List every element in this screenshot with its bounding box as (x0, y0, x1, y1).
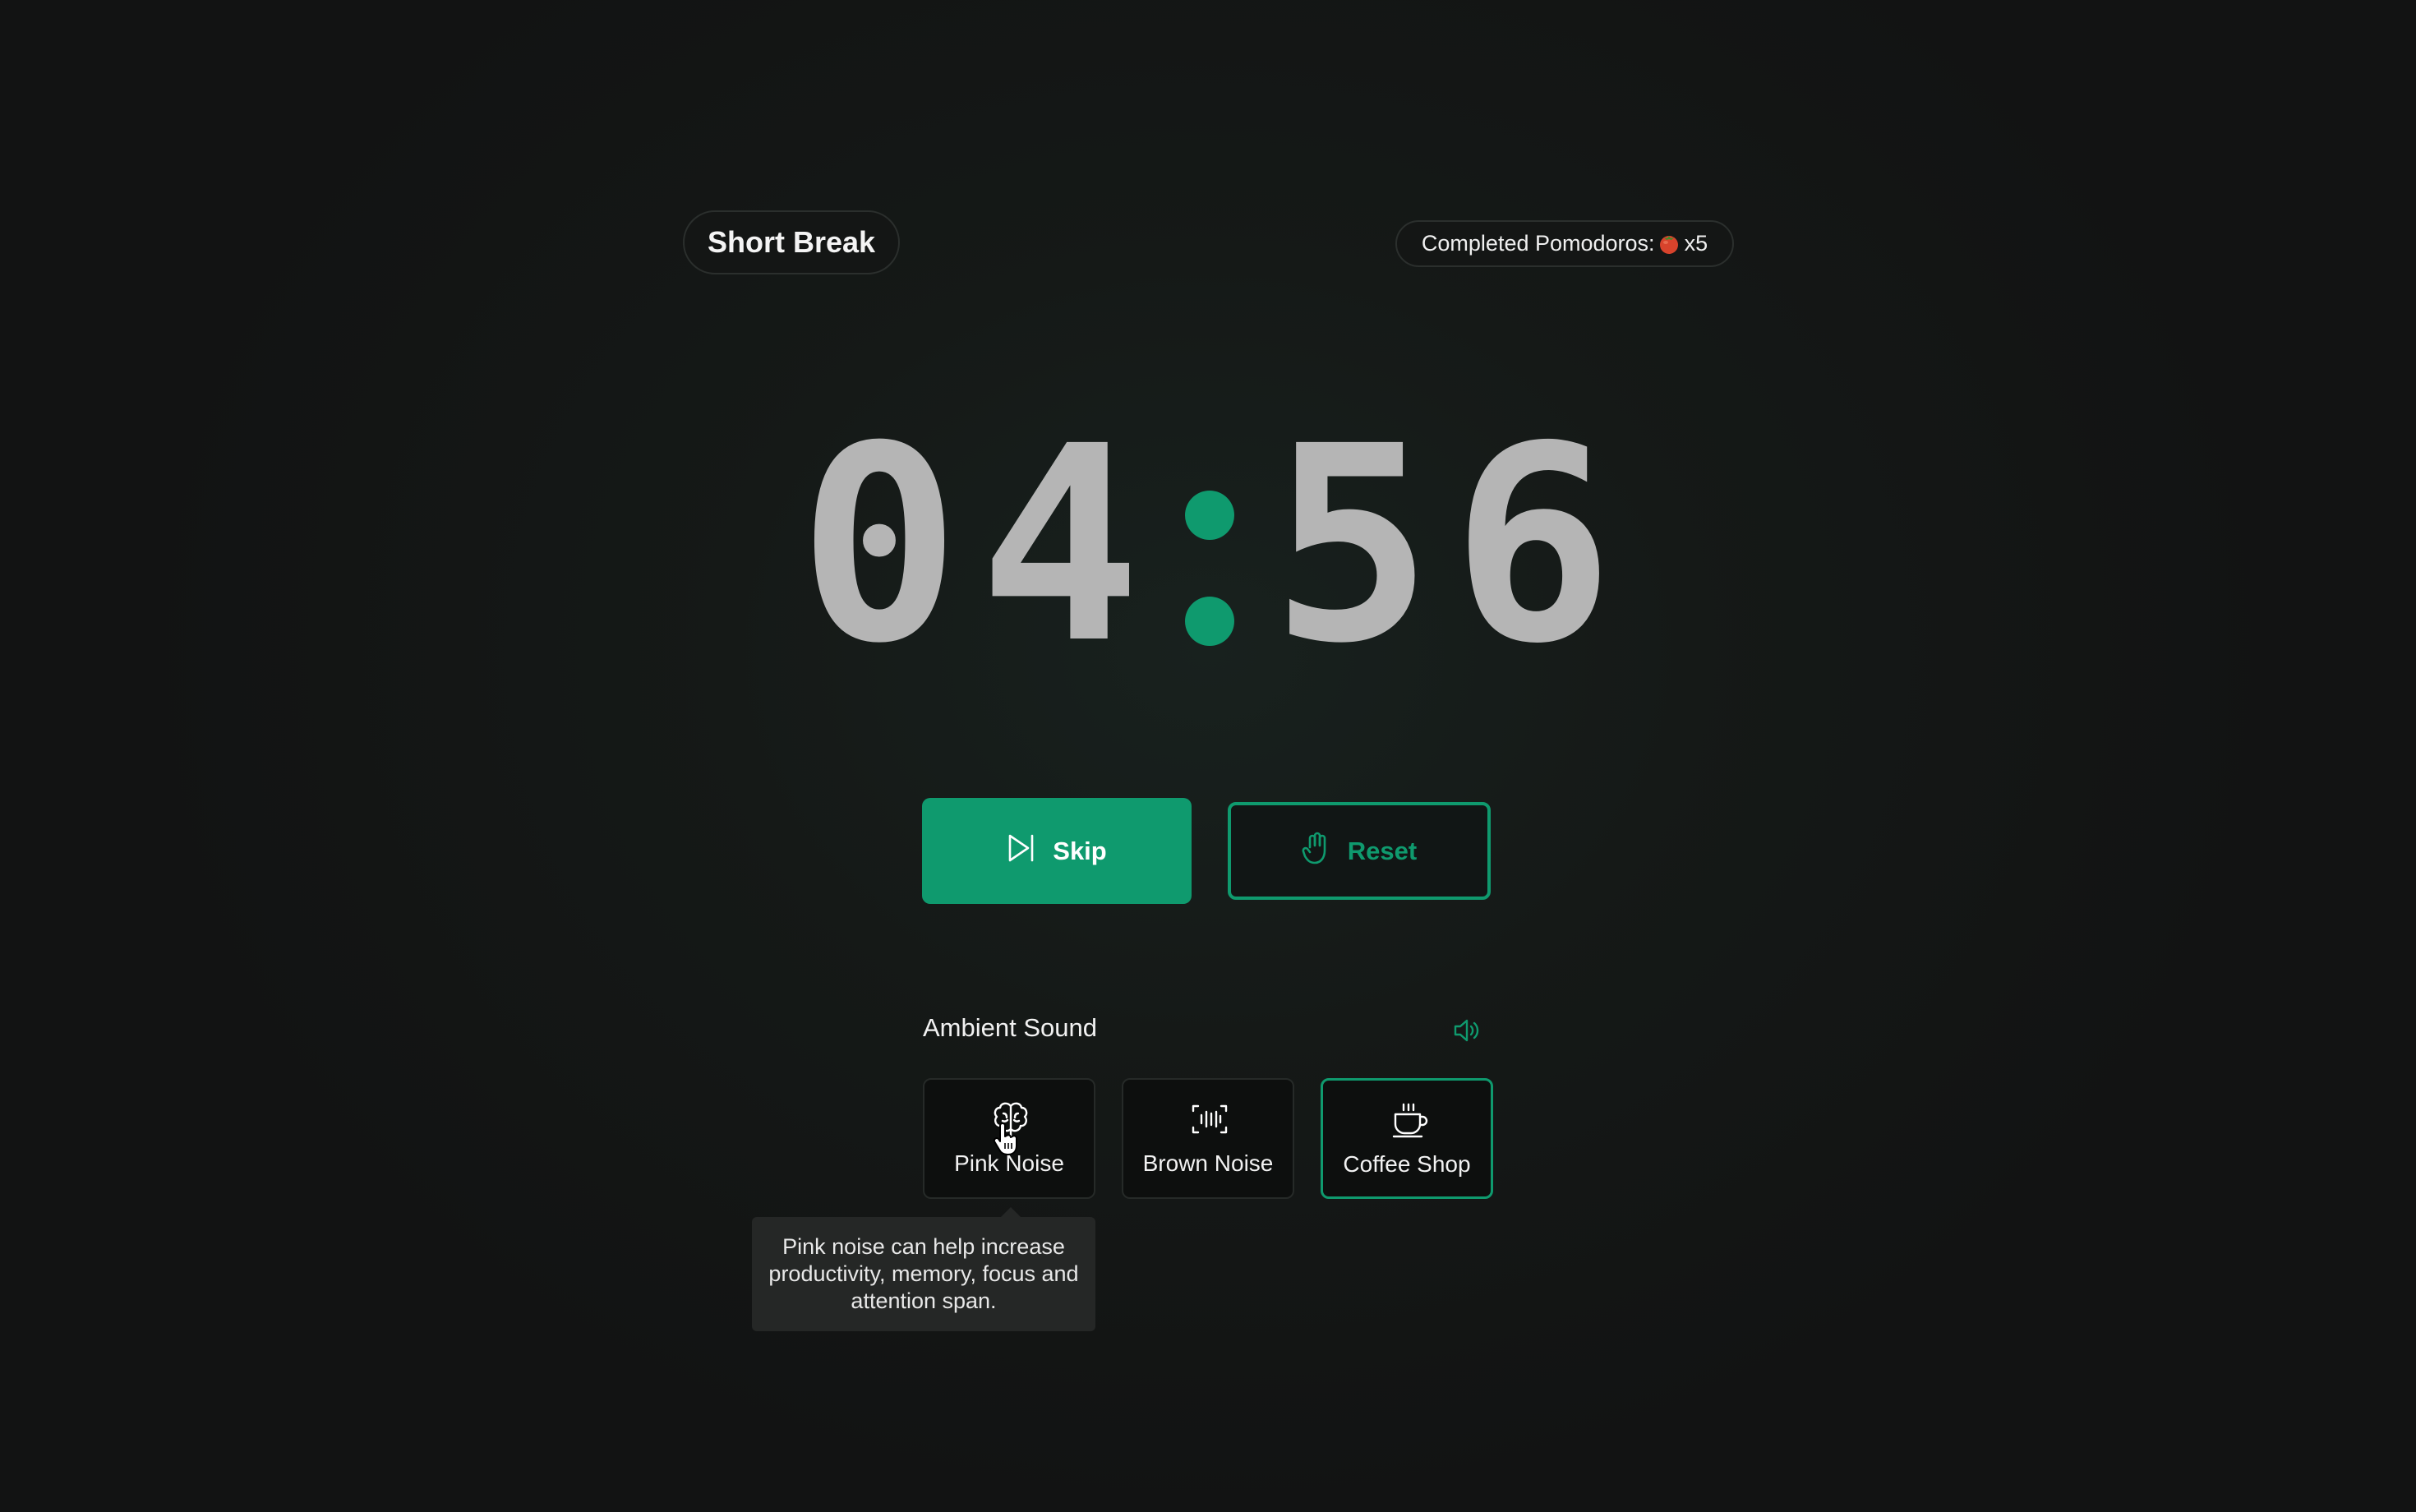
soundwave-icon (1190, 1101, 1229, 1137)
tomato-icon (1658, 233, 1680, 255)
ambient-sound-title: Ambient Sound (923, 1013, 1097, 1042)
timer-seconds-ones: 6 (1451, 390, 1614, 703)
completed-pomodoros-badge: Completed Pomodoros: x5 (1395, 220, 1734, 267)
sound-label-brown-noise: Brown Noise (1142, 1150, 1274, 1176)
timer-separator-bottom-dot (1185, 597, 1234, 646)
timer-seconds-tens: 5 (1270, 390, 1433, 703)
skip-label: Skip (1053, 836, 1107, 865)
sound-card-coffee-shop[interactable]: Coffee Shop (1321, 1078, 1493, 1199)
completed-pomodoros-count: x5 (1684, 231, 1708, 256)
coffee-cup-icon (1390, 1102, 1429, 1138)
hand-icon (1302, 831, 1331, 872)
timer-separator-top-dot (1185, 491, 1234, 540)
completed-pomodoros-label: Completed Pomodoros: (1421, 231, 1655, 256)
reset-label: Reset (1347, 836, 1418, 865)
mode-label: Short Break (683, 210, 900, 274)
skip-button[interactable]: Skip (922, 798, 1192, 904)
skip-icon (1007, 833, 1036, 869)
timer-minutes-ones: 4 (979, 390, 1141, 703)
countdown-timer: 0 4 5 6 (0, 411, 2416, 682)
volume-icon[interactable] (1453, 1017, 1481, 1044)
sound-card-brown-noise[interactable]: Brown Noise (1122, 1078, 1294, 1199)
timer-minutes-tens: 0 (798, 390, 961, 703)
sound-label-coffee-shop: Coffee Shop (1343, 1151, 1471, 1177)
pink-noise-tooltip: Pink noise can help increase productivit… (752, 1217, 1095, 1331)
reset-button[interactable]: Reset (1228, 802, 1491, 900)
pointer-hand-cursor-icon (992, 1122, 1020, 1156)
